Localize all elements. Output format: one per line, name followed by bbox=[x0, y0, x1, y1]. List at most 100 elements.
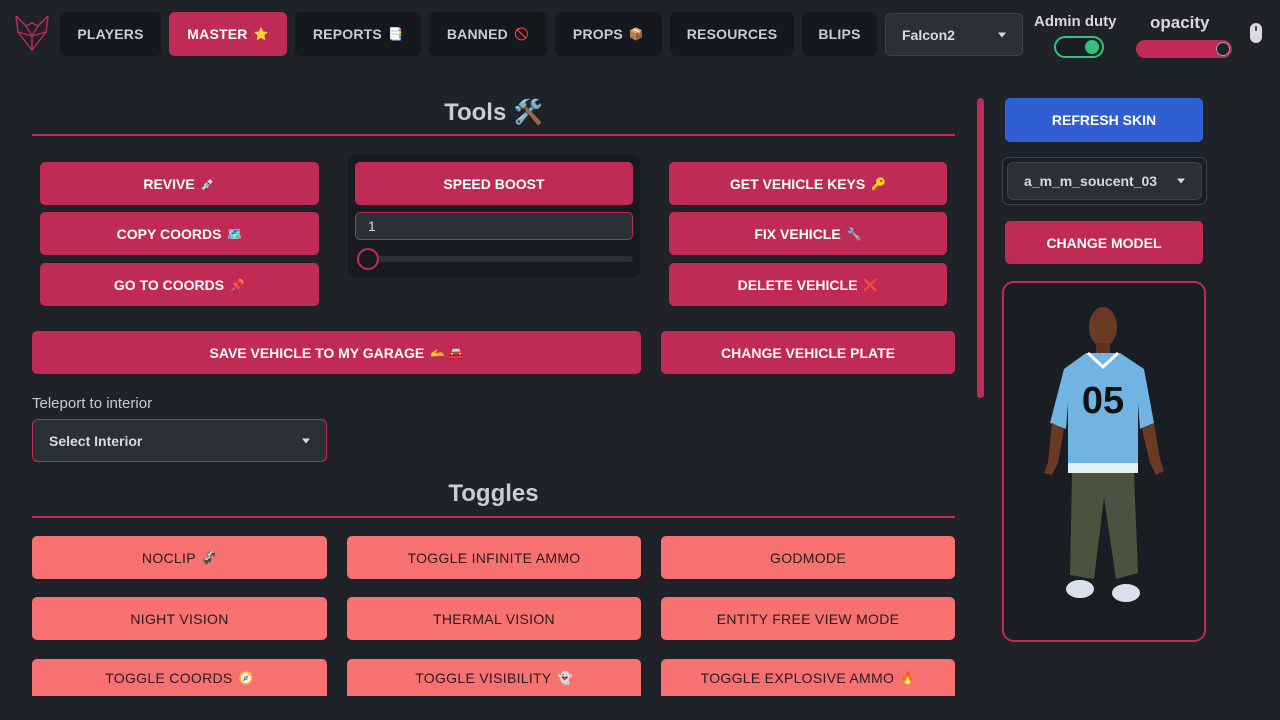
tab-blips[interactable]: BLIPS bbox=[802, 12, 877, 56]
revive-button[interactable]: REVIVE 💉 bbox=[40, 162, 319, 205]
refresh-skin-button[interactable]: REFRESH SKIN bbox=[1005, 98, 1203, 142]
tab-players[interactable]: PLAYERS bbox=[60, 12, 161, 56]
godmode-button[interactable]: GODMODE bbox=[661, 536, 955, 579]
explosive-ammo-button[interactable]: TOGGLE EXPLOSIVE AMMO 🔥 bbox=[661, 659, 955, 696]
copy-coords-button[interactable]: COPY COORDS 🗺️ bbox=[40, 212, 319, 255]
tab-label: BANNED bbox=[446, 26, 508, 42]
fix-vehicle-button[interactable]: FIX VEHICLE 🔧 bbox=[669, 212, 947, 255]
tools-divider bbox=[32, 134, 955, 136]
button-label: TOGGLE VISIBILITY bbox=[415, 669, 552, 686]
delete-vehicle-button[interactable]: DELETE VEHICLE ❌ bbox=[669, 263, 947, 306]
model-select-value: a_m_m_soucent_03 bbox=[1024, 173, 1158, 189]
button-label: ENTITY FREE VIEW MODE bbox=[716, 610, 900, 627]
wrench-icon: 🔧 bbox=[846, 226, 862, 241]
button-label: THERMAL VISION bbox=[433, 610, 555, 627]
button-label: CHANGE MODEL bbox=[1046, 234, 1162, 251]
interior-select-value: Select Interior bbox=[49, 432, 143, 449]
button-label: CHANGE VEHICLE PLATE bbox=[721, 344, 895, 361]
thermal-vision-button[interactable]: THERMAL VISION bbox=[347, 597, 641, 640]
change-model-button[interactable]: CHANGE MODEL bbox=[1005, 221, 1203, 264]
tab-label: REPORTS bbox=[312, 26, 382, 42]
ped-character-image: 05 bbox=[1044, 307, 1164, 602]
tab-reports[interactable]: REPORTS 📑 bbox=[295, 12, 421, 56]
speed-slider-track[interactable] bbox=[368, 256, 633, 262]
model-select[interactable]: a_m_m_soucent_03 bbox=[1007, 162, 1202, 200]
opacity-slider[interactable] bbox=[1136, 40, 1232, 58]
pin-icon: 📌 bbox=[230, 277, 246, 292]
button-label: COPY COORDS bbox=[116, 225, 222, 242]
mouse-icon[interactable] bbox=[1249, 22, 1263, 44]
button-label: NOCLIP bbox=[141, 549, 196, 566]
toggle-coords-button[interactable]: TOGGLE COORDS 🧭 bbox=[32, 659, 327, 696]
button-label: TOGGLE COORDS bbox=[105, 669, 233, 686]
toggles-divider bbox=[32, 516, 955, 518]
key-icon: 🔑 bbox=[871, 176, 887, 191]
document-icon: 📑 bbox=[387, 27, 404, 41]
button-label: SAVE VEHICLE TO MY GARAGE bbox=[209, 344, 425, 361]
toggle-knob bbox=[1085, 40, 1099, 54]
tab-label: MASTER bbox=[187, 26, 248, 42]
syringe-icon: 💉 bbox=[200, 176, 216, 191]
interior-select[interactable]: Select Interior bbox=[32, 419, 327, 462]
button-label: SPEED BOOST bbox=[443, 175, 545, 192]
speed-value-input[interactable]: 1 bbox=[355, 212, 633, 240]
opacity-label: opacity bbox=[1150, 13, 1210, 32]
speed-boost-button[interactable]: SPEED BOOST bbox=[355, 162, 633, 205]
tab-props[interactable]: PROPS 📦 bbox=[555, 12, 662, 56]
star-icon: ⭐ bbox=[253, 27, 269, 41]
teleport-interior-label: Teleport to interior bbox=[32, 395, 153, 412]
garage-icon: 🫴 🚘 bbox=[430, 345, 464, 360]
model-select-wrapper: a_m_m_soucent_03 bbox=[1002, 157, 1207, 205]
tab-label: BLIPS bbox=[818, 26, 861, 42]
button-label: REVIVE bbox=[143, 175, 195, 192]
button-label: GET VEHICLE KEYS bbox=[729, 175, 866, 192]
package-icon: 📦 bbox=[628, 27, 645, 41]
button-label: FIX VEHICLE bbox=[754, 225, 841, 242]
chevron-down-icon bbox=[998, 32, 1006, 37]
button-label: NIGHT VISION bbox=[130, 610, 229, 627]
admin-duty-toggle[interactable] bbox=[1054, 36, 1104, 58]
change-vehicle-plate-button[interactable]: CHANGE VEHICLE PLATE bbox=[661, 331, 955, 374]
compass-icon: 🧭 bbox=[238, 670, 254, 685]
tab-label: RESOURCES bbox=[686, 26, 778, 42]
button-label: DELETE VEHICLE bbox=[737, 276, 858, 293]
night-vision-button[interactable]: NIGHT VISION bbox=[32, 597, 327, 640]
tab-resources[interactable]: RESOURCES bbox=[670, 12, 794, 56]
button-label: GODMODE bbox=[770, 549, 846, 566]
entity-free-view-button[interactable]: ENTITY FREE VIEW MODE bbox=[661, 597, 955, 640]
speed-value: 1 bbox=[368, 218, 376, 234]
tab-label: PLAYERS bbox=[77, 26, 144, 42]
tools-title: Tools 🛠️ bbox=[444, 99, 543, 126]
prohibited-icon: 🚫 bbox=[513, 27, 530, 41]
noclip-icon: 🦨 bbox=[201, 550, 218, 565]
chevron-down-icon bbox=[302, 438, 310, 443]
get-vehicle-keys-button[interactable]: GET VEHICLE KEYS 🔑 bbox=[669, 162, 947, 205]
admin-duty-label: Admin duty bbox=[1034, 13, 1117, 30]
button-label: REFRESH SKIN bbox=[1051, 112, 1157, 128]
chevron-down-icon bbox=[1177, 178, 1185, 184]
noclip-button[interactable]: NOCLIP 🦨 bbox=[32, 536, 327, 579]
jersey-number: 05 bbox=[1082, 380, 1124, 422]
cross-icon: ❌ bbox=[863, 277, 879, 292]
top-nav: PLAYERS MASTER ⭐ REPORTS 📑 BANNED 🚫 PROP… bbox=[0, 0, 1280, 70]
button-label: GO TO COORDS bbox=[113, 276, 225, 293]
map-icon: 🗺️ bbox=[227, 226, 243, 241]
main-scrollbar[interactable] bbox=[977, 98, 984, 398]
fox-logo-icon bbox=[15, 15, 49, 51]
button-label: TOGGLE INFINITE AMMO bbox=[407, 549, 581, 566]
toggle-visibility-button[interactable]: TOGGLE VISIBILITY 👻 bbox=[347, 659, 641, 696]
save-vehicle-garage-button[interactable]: SAVE VEHICLE TO MY GARAGE 🫴 🚘 bbox=[32, 331, 641, 374]
ghost-icon: 👻 bbox=[557, 670, 573, 685]
player-select[interactable]: Falcon2 bbox=[885, 13, 1023, 56]
toggles-title: Toggles bbox=[448, 480, 539, 507]
tab-master[interactable]: MASTER ⭐ bbox=[169, 12, 287, 56]
player-select-value: Falcon2 bbox=[902, 26, 955, 43]
infinite-ammo-button[interactable]: TOGGLE INFINITE AMMO bbox=[347, 536, 641, 579]
go-to-coords-button[interactable]: GO TO COORDS 📌 bbox=[40, 263, 319, 306]
speed-slider-thumb[interactable] bbox=[357, 248, 379, 270]
tab-banned[interactable]: BANNED 🚫 bbox=[429, 12, 547, 56]
opacity-slider-thumb[interactable] bbox=[1216, 42, 1230, 56]
ped-preview: 05 bbox=[1002, 281, 1206, 642]
tab-label: PROPS bbox=[572, 26, 623, 42]
fire-icon: 🔥 bbox=[900, 670, 916, 685]
